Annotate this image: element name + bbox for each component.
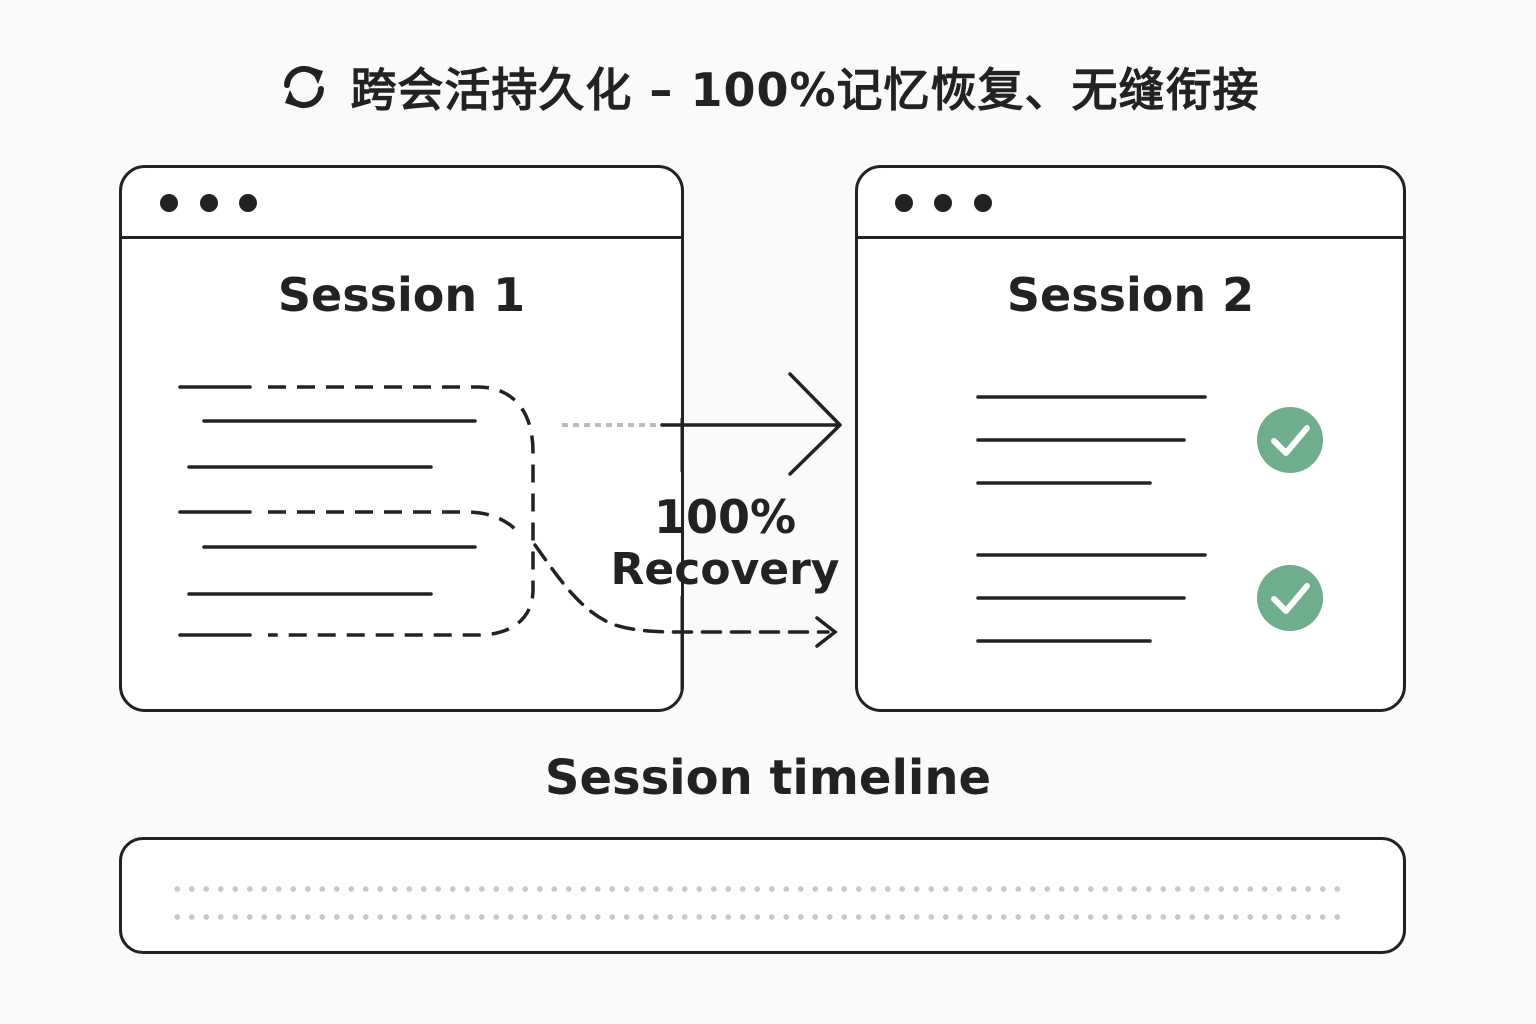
session-timeline-bar xyxy=(119,837,1406,954)
memory-bracket xyxy=(268,385,535,637)
recovery-percent: 100% xyxy=(653,490,797,544)
transfer-arrow xyxy=(660,372,842,476)
check-icon xyxy=(1257,565,1323,631)
timeline-dots-row xyxy=(170,886,1345,892)
timeline-label: Session timeline xyxy=(544,750,992,806)
recovery-label: Recovery xyxy=(610,544,840,595)
timeline-dots-row xyxy=(170,914,1345,920)
check-icon xyxy=(1257,407,1323,473)
